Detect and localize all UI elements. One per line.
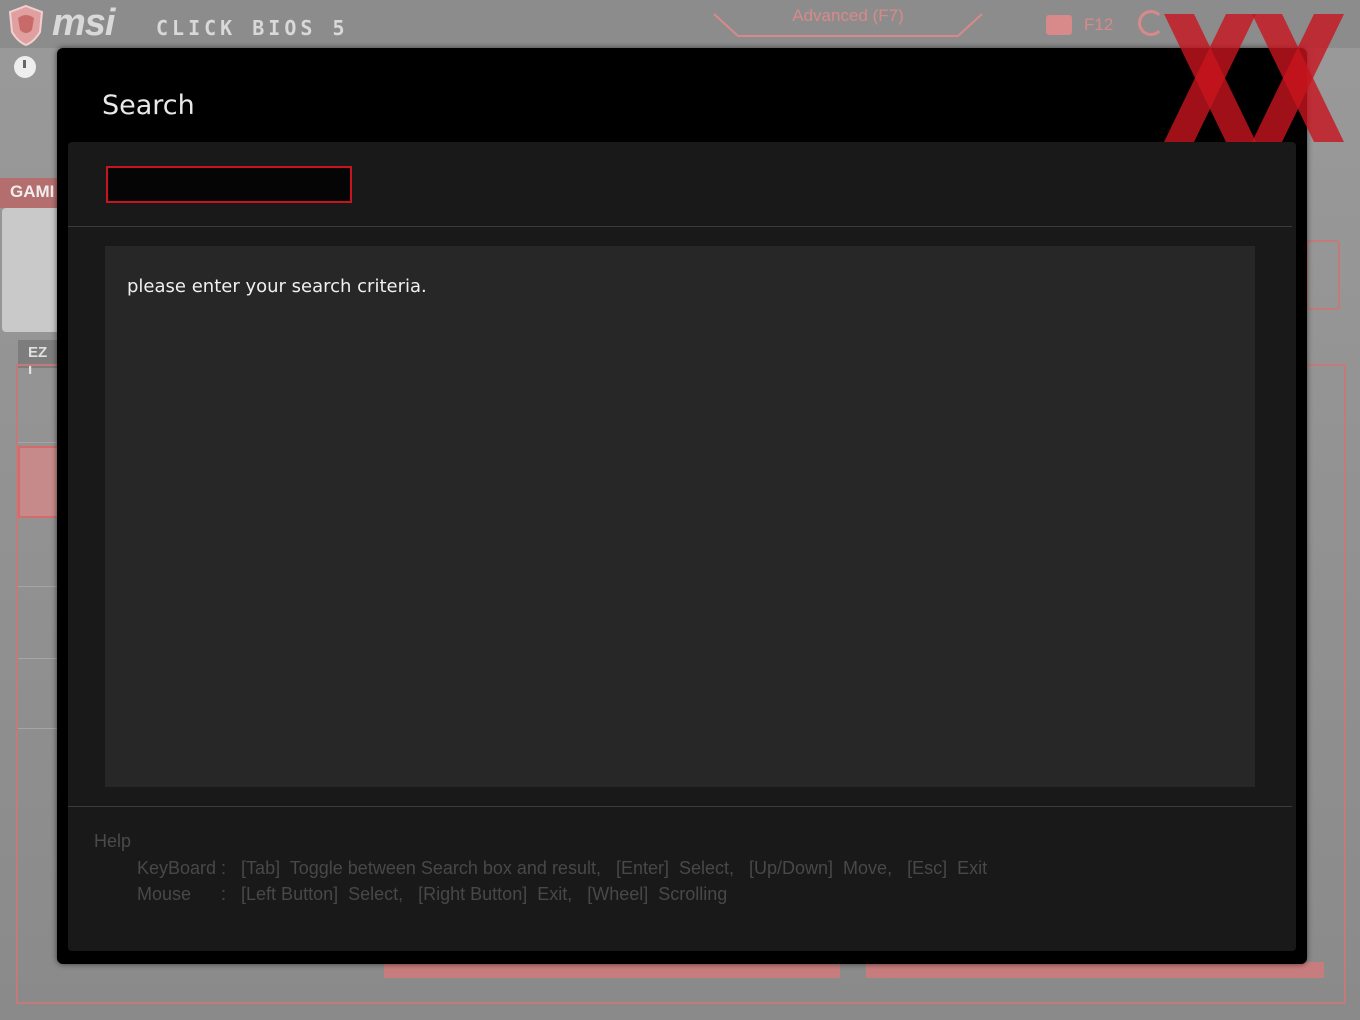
sidebar-item-cpu[interactable] bbox=[18, 374, 58, 443]
search-dialog: Search please enter your search criteria… bbox=[57, 48, 1307, 964]
top-bar: msi CLICK BIOS 5 Advanced (F7) F12 bbox=[0, 0, 1360, 48]
search-results-area[interactable]: please enter your search criteria. bbox=[105, 246, 1255, 787]
refresh-icon[interactable] bbox=[1138, 10, 1164, 36]
advanced-mode-tab[interactable]: Advanced (F7) bbox=[712, 6, 984, 26]
right-side-button[interactable] bbox=[1306, 240, 1340, 310]
game-boost-tab[interactable]: GAMI bbox=[0, 178, 60, 208]
sidebar-item-storage[interactable] bbox=[18, 518, 58, 587]
bottom-button-right[interactable] bbox=[866, 962, 1324, 978]
watermark-xx-icon bbox=[1164, 14, 1344, 142]
help-keyboard-line: KeyBoard : [Tab] Toggle between Search b… bbox=[137, 858, 988, 878]
dialog-body: please enter your search criteria. Help … bbox=[68, 142, 1296, 951]
search-input[interactable] bbox=[106, 166, 352, 203]
bottom-button-left[interactable] bbox=[384, 962, 840, 978]
sidebar-item-fan[interactable] bbox=[18, 590, 58, 659]
dialog-title: Search bbox=[102, 90, 195, 121]
game-boost-panel[interactable] bbox=[2, 208, 60, 332]
msi-dragon-shield-icon bbox=[8, 4, 44, 46]
help-title: Help bbox=[94, 831, 132, 851]
sidebar-item-memory[interactable] bbox=[18, 446, 62, 518]
help-mouse-line: Mouse : [Left Button] Select, [Right But… bbox=[137, 884, 728, 904]
clock-icon bbox=[14, 56, 36, 78]
screenshot-key-label: F12 bbox=[1084, 15, 1114, 34]
brand-logo: msi bbox=[52, 2, 115, 44]
camera-icon[interactable] bbox=[1046, 15, 1072, 35]
product-name: CLICK BIOS 5 bbox=[156, 16, 349, 40]
sidebar-item-help[interactable] bbox=[18, 660, 58, 729]
divider bbox=[68, 226, 1292, 227]
divider bbox=[68, 806, 1292, 807]
results-message: please enter your search criteria. bbox=[127, 276, 427, 297]
